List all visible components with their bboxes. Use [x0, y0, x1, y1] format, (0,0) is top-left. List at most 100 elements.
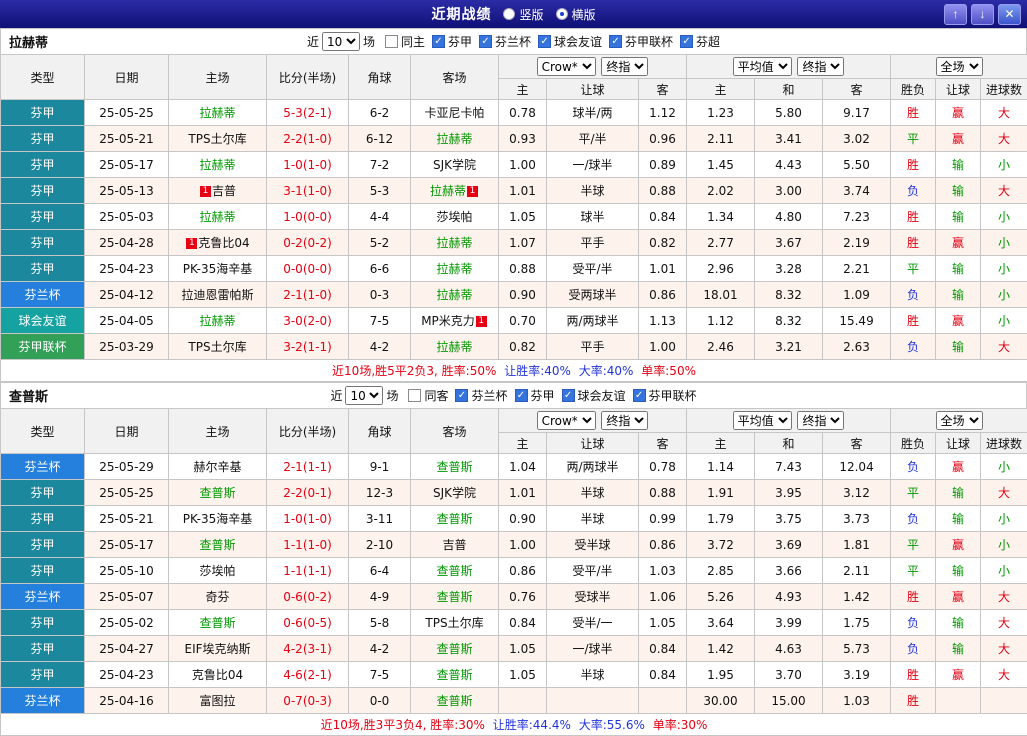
column-header-avg-away: 客 [823, 433, 891, 454]
league-cell: 芬甲 [1, 662, 85, 688]
home-team-cell[interactable]: 赫尔辛基 [169, 454, 267, 480]
away-team-cell[interactable]: SJK学院 [411, 152, 499, 178]
filter-checkbox[interactable]: 同客 [408, 387, 448, 404]
home-team-cell[interactable]: 拉迪恩雷帕斯 [169, 282, 267, 308]
away-team-cell[interactable]: 查普斯 [411, 584, 499, 610]
checkbox-icon [408, 389, 421, 402]
avg-draw-odds-cell: 4.63 [755, 636, 823, 662]
away-team-cell[interactable]: SJK学院 [411, 480, 499, 506]
handicap-home-odds-cell: 0.76 [499, 584, 547, 610]
filter-checkbox[interactable]: ✓芬兰杯 [479, 33, 531, 50]
handicap-result-cell: 赢 [936, 100, 981, 126]
date-cell: 25-04-16 [85, 688, 169, 714]
home-team-cell[interactable]: EIF埃克纳斯 [169, 636, 267, 662]
away-team-cell[interactable]: 查普斯 [411, 662, 499, 688]
avg-home-odds-cell: 18.01 [687, 282, 755, 308]
away-team-cell[interactable]: 查普斯 [411, 636, 499, 662]
away-team-cell[interactable]: 莎埃帕 [411, 204, 499, 230]
home-team-cell[interactable]: 拉赫蒂 [169, 308, 267, 334]
radio-vertical[interactable]: 竖版 [503, 6, 543, 23]
radio-icon [556, 8, 568, 20]
result-cell: 负 [891, 636, 936, 662]
filter-checkbox[interactable]: 同主 [385, 33, 425, 50]
away-team-cell[interactable]: 拉赫蒂 [411, 282, 499, 308]
goals-result-cell: 小 [981, 506, 1027, 532]
summary-row: 近10场,胜3平3负4, 胜率:30% 让胜率:44.4% 大率:55.6% 单… [1, 714, 1027, 736]
home-team-cell[interactable]: 拉赫蒂 [169, 152, 267, 178]
home-team-cell[interactable]: 查普斯 [169, 480, 267, 506]
score-cell: 3-2(1-1) [267, 334, 349, 360]
home-team-cell[interactable]: TPS土尔库 [169, 126, 267, 152]
odds-stage-select[interactable]: 终指 [601, 57, 648, 76]
filter-checkbox[interactable]: ✓芬超 [680, 33, 720, 50]
date-cell: 25-05-29 [85, 454, 169, 480]
goals-result-cell: 大 [981, 480, 1027, 506]
handicap-away-odds-cell: 0.89 [639, 152, 687, 178]
bookmaker-select[interactable]: Crow* [537, 411, 596, 430]
away-team-cell[interactable]: TPS土尔库 [411, 610, 499, 636]
away-team-cell[interactable]: 查普斯 [411, 454, 499, 480]
home-team-cell[interactable]: TPS土尔库 [169, 334, 267, 360]
odds-stage-select[interactable]: 终指 [601, 411, 648, 430]
home-team-name: 莎埃帕 [199, 564, 235, 578]
away-team-cell[interactable]: 拉赫蒂 [411, 256, 499, 282]
away-team-cell[interactable]: 查普斯 [411, 558, 499, 584]
score-cell: 2-1(1-0) [267, 282, 349, 308]
home-team-cell[interactable]: PK-35海辛基 [169, 506, 267, 532]
away-team-cell[interactable]: 拉赫蒂 [411, 230, 499, 256]
checkbox-icon: ✓ [609, 35, 622, 48]
away-team-cell[interactable]: 卡亚尼卡帕 [411, 100, 499, 126]
home-team-cell[interactable]: 拉赫蒂 [169, 100, 267, 126]
home-team-cell[interactable]: 查普斯 [169, 532, 267, 558]
away-team-cell[interactable]: 查普斯 [411, 688, 499, 714]
home-team-cell[interactable]: PK-35海辛基 [169, 256, 267, 282]
checkbox-icon: ✓ [538, 35, 551, 48]
average-select[interactable]: 平均值 [733, 411, 792, 430]
home-team-cell[interactable]: 克鲁比04 [169, 662, 267, 688]
filter-checkbox[interactable]: ✓球会友谊 [562, 387, 626, 404]
filter-checkbox[interactable]: ✓芬甲联杯 [609, 33, 673, 50]
radio-horizontal[interactable]: 横版 [556, 6, 596, 23]
home-team-cell[interactable]: 奇芬 [169, 584, 267, 610]
filter-checkbox[interactable]: ✓芬甲联杯 [633, 387, 697, 404]
goals-result-cell: 大 [981, 610, 1027, 636]
home-team-cell[interactable]: 1克鲁比04 [169, 230, 267, 256]
scroll-up-button[interactable]: ↑ [944, 4, 967, 25]
away-team-name: 拉赫蒂 [436, 262, 472, 276]
avg-home-odds-cell: 2.85 [687, 558, 755, 584]
away-team-cell[interactable]: 拉赫蒂 [411, 126, 499, 152]
bookmaker-select[interactable]: Crow* [537, 57, 596, 76]
filter-checkbox[interactable]: ✓芬甲 [432, 33, 472, 50]
filter-checkbox[interactable]: ✓芬甲 [515, 387, 555, 404]
away-team-cell[interactable]: 吉普 [411, 532, 499, 558]
home-team-cell[interactable]: 富图拉 [169, 688, 267, 714]
average-select[interactable]: 平均值 [733, 57, 792, 76]
avg-stage-select[interactable]: 终指 [797, 411, 844, 430]
handicap-away-odds-cell: 0.96 [639, 126, 687, 152]
corners-cell: 2-10 [349, 532, 411, 558]
average-odds-group-header: 平均值 终指 [687, 55, 891, 79]
home-team-cell[interactable]: 拉赫蒂 [169, 204, 267, 230]
filter-checkbox[interactable]: ✓芬兰杯 [455, 387, 507, 404]
home-team-cell[interactable]: 莎埃帕 [169, 558, 267, 584]
recent-count-select[interactable]: 10 [322, 32, 360, 51]
away-team-cell[interactable]: 拉赫蒂 [411, 334, 499, 360]
away-team-cell[interactable]: MP米克力1 [411, 308, 499, 334]
recent-count-select[interactable]: 10 [345, 386, 383, 405]
scroll-down-button[interactable]: ↓ [971, 4, 994, 25]
close-button[interactable]: ✕ [998, 4, 1021, 25]
handicap-result-cell: 输 [936, 204, 981, 230]
away-team-cell[interactable]: 拉赫蒂1 [411, 178, 499, 204]
corners-cell: 5-2 [349, 230, 411, 256]
home-team-cell[interactable]: 1吉普 [169, 178, 267, 204]
fulltime-select[interactable]: 全场 [936, 57, 983, 76]
away-team-cell[interactable]: 查普斯 [411, 506, 499, 532]
column-header-away: 客场 [411, 409, 499, 454]
filter-checkbox[interactable]: ✓球会友谊 [538, 33, 602, 50]
away-team-name: 拉赫蒂 [436, 340, 472, 354]
fulltime-select[interactable]: 全场 [936, 411, 983, 430]
home-team-cell[interactable]: 查普斯 [169, 610, 267, 636]
summary-text: 近10场,胜5平2负3, 胜率:50% [332, 364, 496, 378]
avg-stage-select[interactable]: 终指 [797, 57, 844, 76]
avg-away-odds-cell: 2.11 [823, 558, 891, 584]
